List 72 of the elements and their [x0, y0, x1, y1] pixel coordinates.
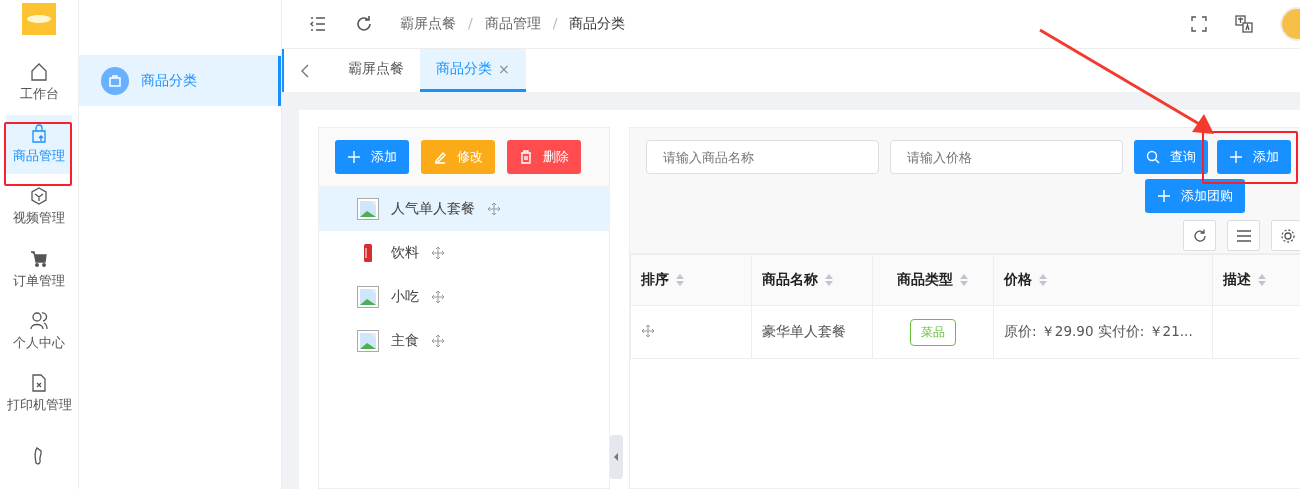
column-header[interactable]: 商品类型 — [872, 254, 994, 306]
nav-item[interactable]: 视频管理 — [6, 177, 72, 236]
move-icon[interactable] — [431, 246, 445, 260]
column-header[interactable]: 排序 — [630, 254, 752, 306]
plus-icon — [347, 150, 361, 164]
sort-icon[interactable] — [1257, 273, 1267, 287]
broken-image-icon — [357, 198, 379, 220]
app-logo — [22, 3, 56, 35]
nav-label: 商品管理 — [13, 147, 65, 165]
category-item[interactable]: 主食 — [319, 319, 609, 363]
breadcrumb-separator: / — [552, 15, 558, 34]
table-cell: 豪华单人套餐 — [751, 305, 873, 359]
plus-icon — [1229, 150, 1243, 164]
sort-icon[interactable] — [824, 273, 834, 287]
nav-label: 个人中心 — [13, 334, 65, 352]
list-icon — [1235, 227, 1252, 244]
settings-button[interactable] — [1271, 220, 1300, 251]
bag-icon — [101, 67, 129, 95]
tab[interactable]: 霸屏点餐 — [332, 49, 420, 92]
trash-icon — [519, 150, 533, 164]
category-item[interactable]: 人气单人套餐 — [319, 187, 609, 231]
nav-item[interactable]: 打印机管理 — [6, 364, 72, 423]
nav-label: 工作台 — [19, 85, 59, 103]
fullscreen-icon[interactable] — [1190, 15, 1208, 34]
user-icon — [29, 310, 49, 331]
highlight-box — [4, 122, 72, 186]
broken-image-icon — [357, 330, 379, 352]
breadcrumb-item[interactable]: 商品管理 — [484, 15, 541, 34]
breadcrumb-item: 商品分类 — [569, 15, 626, 34]
category-name: 人气单人套餐 — [391, 200, 475, 218]
drag-handle-icon[interactable] — [641, 323, 655, 338]
document-icon — [29, 373, 49, 394]
refresh-icon — [1191, 227, 1208, 244]
nav-label: 视频管理 — [13, 210, 65, 228]
category-name: 饮料 — [391, 244, 419, 262]
nav-item[interactable]: 个人中心 — [6, 302, 72, 361]
move-icon[interactable] — [487, 202, 501, 216]
nav-item[interactable]: 订单管理 — [6, 239, 72, 299]
home-icon — [29, 61, 49, 82]
move-icon[interactable] — [431, 334, 445, 348]
columns-button[interactable] — [1227, 220, 1260, 251]
move-icon[interactable] — [431, 290, 445, 304]
table-cell: 原价: ￥29.90 实付价: ￥21... — [993, 305, 1213, 359]
sort-icon[interactable] — [959, 273, 969, 287]
refresh-button[interactable] — [1183, 220, 1216, 251]
breadcrumb-item[interactable]: 霸屏点餐 — [400, 15, 456, 34]
cart-icon — [29, 248, 49, 269]
cube-icon — [29, 186, 49, 207]
product-name-field[interactable]: 请输入商品名称 — [646, 140, 879, 174]
broken-image-icon — [357, 286, 379, 308]
category-item[interactable]: 饮料 — [319, 231, 609, 275]
pencil-icon — [433, 150, 447, 164]
category-item[interactable]: 小吃 — [319, 275, 609, 319]
breadcrumb-separator: / — [468, 15, 473, 34]
collapse-handle-icon[interactable] — [610, 435, 623, 479]
nav-label: 订单管理 — [13, 272, 65, 290]
category-name: 主食 — [391, 332, 419, 350]
sort-icon[interactable] — [675, 273, 685, 287]
column-header[interactable]: 描述 — [1212, 254, 1300, 306]
nav-item[interactable]: 工作台 — [6, 52, 72, 112]
sort-icon[interactable] — [1038, 273, 1048, 287]
settings-icon — [1279, 227, 1296, 244]
category-name: 小吃 — [391, 288, 419, 306]
nav-label: 打印机管理 — [6, 397, 72, 415]
translate-icon[interactable] — [1234, 14, 1254, 35]
column-header[interactable]: 商品名称 — [751, 254, 873, 306]
type-tag: 菜品 — [910, 318, 956, 346]
column-header[interactable]: 价格 — [993, 254, 1213, 306]
plus-icon — [1157, 189, 1171, 203]
bag-icon — [29, 123, 49, 144]
price-field[interactable]: 请输入价格 — [890, 140, 1123, 174]
search-icon — [1146, 150, 1160, 164]
